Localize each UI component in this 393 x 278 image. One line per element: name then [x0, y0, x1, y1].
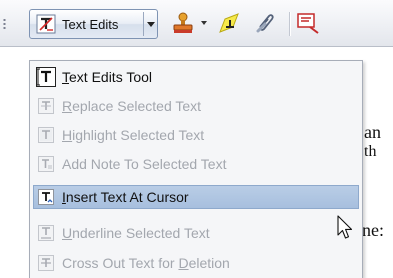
- menu-item-label: Underline Selected Text: [62, 225, 210, 241]
- menu-item-underline-selected-text[interactable]: Underline Selected Text: [33, 221, 359, 245]
- document-text-line-1: an: [364, 122, 381, 142]
- stamp-icon[interactable]: [171, 11, 195, 35]
- menu-item-text-edits-tool[interactable]: Text Edits Tool: [33, 65, 359, 89]
- comment-toolbar: Text Edits: [0, 0, 393, 47]
- add-note-icon: [38, 156, 54, 172]
- mouse-pointer-icon: [337, 215, 353, 239]
- app-window: Text Edits an th ne: Text Edits Tool Rep…: [0, 0, 393, 278]
- menu-item-label: Insert Text At Cursor: [62, 189, 189, 205]
- text-edits-icon: [36, 14, 56, 34]
- replace-text-icon: [38, 98, 54, 114]
- menu-item-label: Cross Out Text for Deletion: [62, 255, 230, 271]
- insert-text-icon: [38, 189, 54, 205]
- underline-text-icon: [38, 225, 54, 241]
- menu-item-label: Text Edits Tool: [62, 69, 153, 85]
- split-divider: [143, 12, 144, 36]
- menu-item-replace-selected-text[interactable]: Replace Selected Text: [33, 94, 359, 118]
- highlighter-icon[interactable]: [217, 11, 241, 35]
- menu-item-label: Replace Selected Text: [62, 98, 202, 114]
- comment-tool-icon[interactable]: [296, 11, 320, 35]
- text-edits-button[interactable]: Text Edits: [29, 9, 158, 39]
- paperclip-icon[interactable]: [254, 11, 278, 35]
- menu-item-label: Highlight Selected Text: [62, 127, 205, 143]
- text-edits-label: Text Edits: [62, 17, 119, 32]
- chevron-down-icon[interactable]: [147, 22, 155, 27]
- menu-item-insert-text-at-cursor[interactable]: Insert Text At Cursor: [33, 185, 359, 209]
- menu-item-highlight-selected-text[interactable]: Highlight Selected Text: [33, 123, 359, 147]
- document-text-line-3: ne:: [362, 220, 384, 240]
- menu-item-add-note-to-selected-text[interactable]: Add Note To Selected Text: [33, 152, 359, 176]
- menu-item-cross-out-text-for-deletion[interactable]: Cross Out Text for Deletion: [33, 251, 359, 275]
- menu-item-label: Add Note To Selected Text: [62, 156, 227, 172]
- text-edits-menu: Text Edits Tool Replace Selected Text Hi…: [29, 60, 363, 278]
- text-edits-tool-icon: [36, 67, 56, 87]
- highlight-text-icon: [38, 127, 54, 143]
- cross-out-text-icon: [38, 255, 54, 271]
- stamp-dropdown-chevron-icon[interactable]: [201, 21, 207, 25]
- document-text-line-2: th: [364, 143, 377, 160]
- toolbar-separator: [289, 12, 290, 36]
- toolbar-grip[interactable]: [3, 18, 6, 29]
